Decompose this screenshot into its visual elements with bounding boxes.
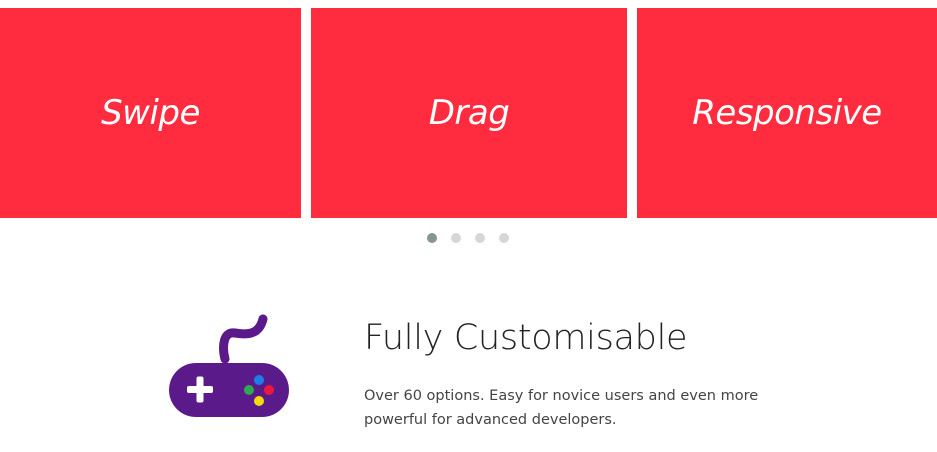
carousel[interactable]: Swipe Drag Responsive	[0, 8, 937, 218]
slide-label: Responsive	[692, 93, 882, 133]
carousel-slide-responsive[interactable]: Responsive	[637, 8, 937, 218]
carousel-dot-2[interactable]	[451, 233, 461, 243]
slide-label: Swipe	[101, 93, 200, 133]
carousel-slide-drag[interactable]: Drag	[311, 8, 627, 218]
gamepad-icon	[169, 314, 289, 417]
slide-label: Drag	[428, 93, 510, 133]
carousel-dot-1[interactable]	[427, 233, 437, 243]
carousel-pagination	[427, 233, 509, 243]
page: Swipe Drag Responsive Fully Customisable…	[0, 0, 937, 452]
carousel-dot-3[interactable]	[475, 233, 485, 243]
feature-title: Fully Customisable	[364, 318, 688, 358]
carousel-slide-swipe[interactable]: Swipe	[0, 8, 301, 218]
carousel-dot-4[interactable]	[499, 233, 509, 243]
feature-description: Over 60 options. Easy for novice users a…	[364, 388, 759, 428]
